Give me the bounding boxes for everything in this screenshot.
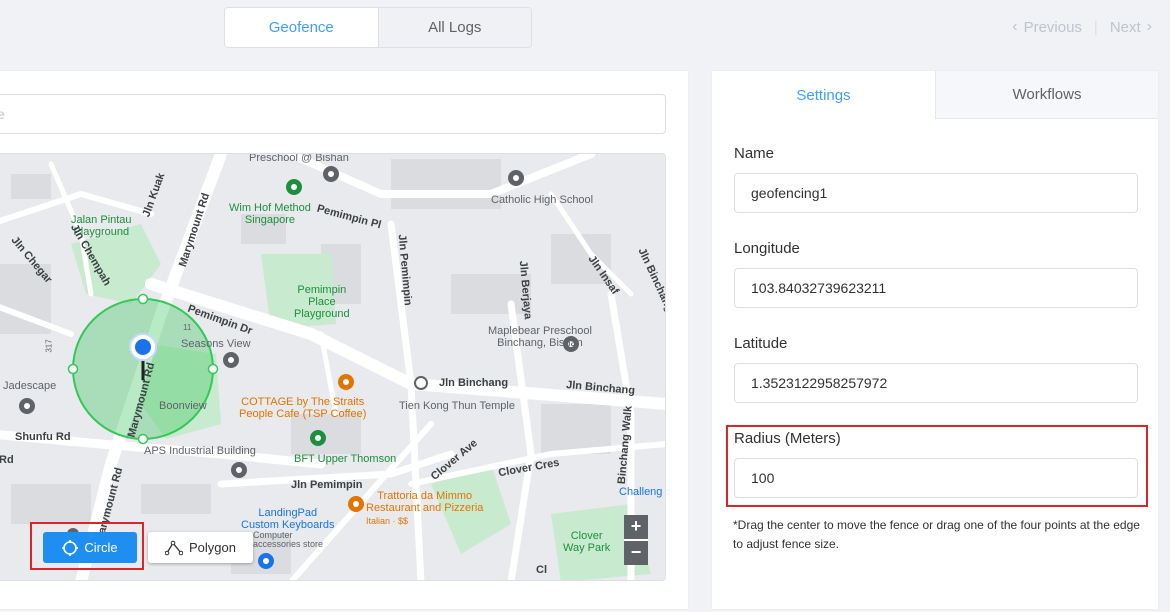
- fence-handle-top[interactable]: [137, 293, 149, 305]
- map-label: Maplebear Preschool Binchang, Bishan: [488, 325, 592, 349]
- radius-field[interactable]: 100: [734, 458, 1138, 498]
- map-label: COTTAGE by The Straits People Cafe (TSP …: [239, 396, 367, 420]
- map-label: Wim Hof Method Singapore: [229, 202, 311, 226]
- polygon-tool-label: Polygon: [189, 540, 236, 555]
- longitude-label: Longitude: [734, 240, 800, 257]
- tab-workflows[interactable]: Workflows: [935, 71, 1158, 119]
- map-label: APS Industrial Building: [144, 445, 256, 457]
- next-button[interactable]: Next: [1110, 19, 1141, 36]
- fence-handle-bottom[interactable]: [137, 433, 149, 445]
- map-label: 11: [183, 323, 192, 332]
- circle-tool-button[interactable]: Circle: [43, 532, 137, 563]
- map-label: Rd: [0, 454, 14, 466]
- name-label: Name: [734, 145, 775, 162]
- fence-handle-right[interactable]: [207, 363, 219, 375]
- fence-handle-left[interactable]: [67, 363, 79, 375]
- tab-geofence[interactable]: Geofence: [225, 8, 378, 47]
- map-label: Tien Kong Thun Temple: [399, 400, 515, 412]
- zoom-out-button[interactable]: −: [624, 541, 648, 565]
- tab-all-logs[interactable]: All Logs: [377, 8, 531, 47]
- name-field[interactable]: geofencing1: [734, 173, 1138, 213]
- settings-tabs: Settings Workflows: [712, 71, 1158, 119]
- map-label: Jln Binchang: [439, 377, 509, 389]
- temple-pin-icon: [414, 376, 428, 390]
- map-label: Boonview: [159, 400, 207, 412]
- latitude-label: Latitude: [734, 335, 788, 352]
- zoom-in-button[interactable]: +: [624, 515, 648, 539]
- chevron-left-icon: ‹: [1012, 18, 1018, 35]
- pager: ‹ Previous | Next ›: [1006, 18, 1158, 36]
- map-label: Pemimpin Place Playground: [294, 284, 350, 320]
- map-label: Cl: [536, 564, 547, 576]
- chevron-right-icon: ›: [1146, 18, 1152, 35]
- zoom-controls: + −: [624, 515, 648, 565]
- map-label: Challeng: [619, 486, 663, 498]
- polygon-tool-button[interactable]: Polygon: [148, 532, 253, 563]
- polygon-icon: [165, 540, 183, 556]
- search-input[interactable]: e: [0, 94, 666, 134]
- circle-tool-label: Circle: [84, 540, 118, 555]
- map-label: Shunfu Rd: [15, 431, 71, 443]
- map-label: Jadescape: [3, 380, 57, 392]
- radius-label: Radius (Meters): [734, 430, 841, 447]
- top-bar: Geofence All Logs ‹ Previous | Next ›: [0, 0, 1170, 56]
- map-label: Clover Way Park: [563, 530, 611, 554]
- latitude-field[interactable]: 1.3523122958257972: [734, 363, 1138, 403]
- fence-hint-text: *Drag the center to move the fence or dr…: [733, 518, 1140, 551]
- map-label: Jln Pemimpin: [291, 479, 363, 491]
- map-view[interactable]: Preschool @ Bishan Wim Hof Method Singap…: [0, 153, 666, 581]
- longitude-field[interactable]: 103.84032739623211: [734, 268, 1138, 308]
- map-label: Trattoria da Mimmo Restaurant and Pizzer…: [366, 490, 484, 514]
- crosshair-circle-icon: [62, 539, 79, 556]
- settings-panel: Settings Workflows Name geofencing1 Long…: [711, 70, 1159, 610]
- map-label: LandingPad Custom Keyboards: [241, 507, 335, 531]
- map-label: Seasons View: [181, 338, 251, 350]
- tab-settings[interactable]: Settings: [712, 71, 935, 119]
- map-label: Italian · $$: [366, 516, 409, 526]
- map-label: 317: [44, 339, 54, 353]
- map-label: BFT Upper Thomson: [294, 453, 397, 465]
- map-label: Preschool @ Bishan: [249, 153, 349, 164]
- map-label: Computer accessories store: [253, 530, 324, 549]
- view-switcher: Geofence All Logs: [224, 7, 532, 48]
- previous-button[interactable]: Previous: [1024, 19, 1082, 36]
- map-label: Catholic High School: [491, 194, 594, 206]
- pager-divider: |: [1093, 18, 1098, 36]
